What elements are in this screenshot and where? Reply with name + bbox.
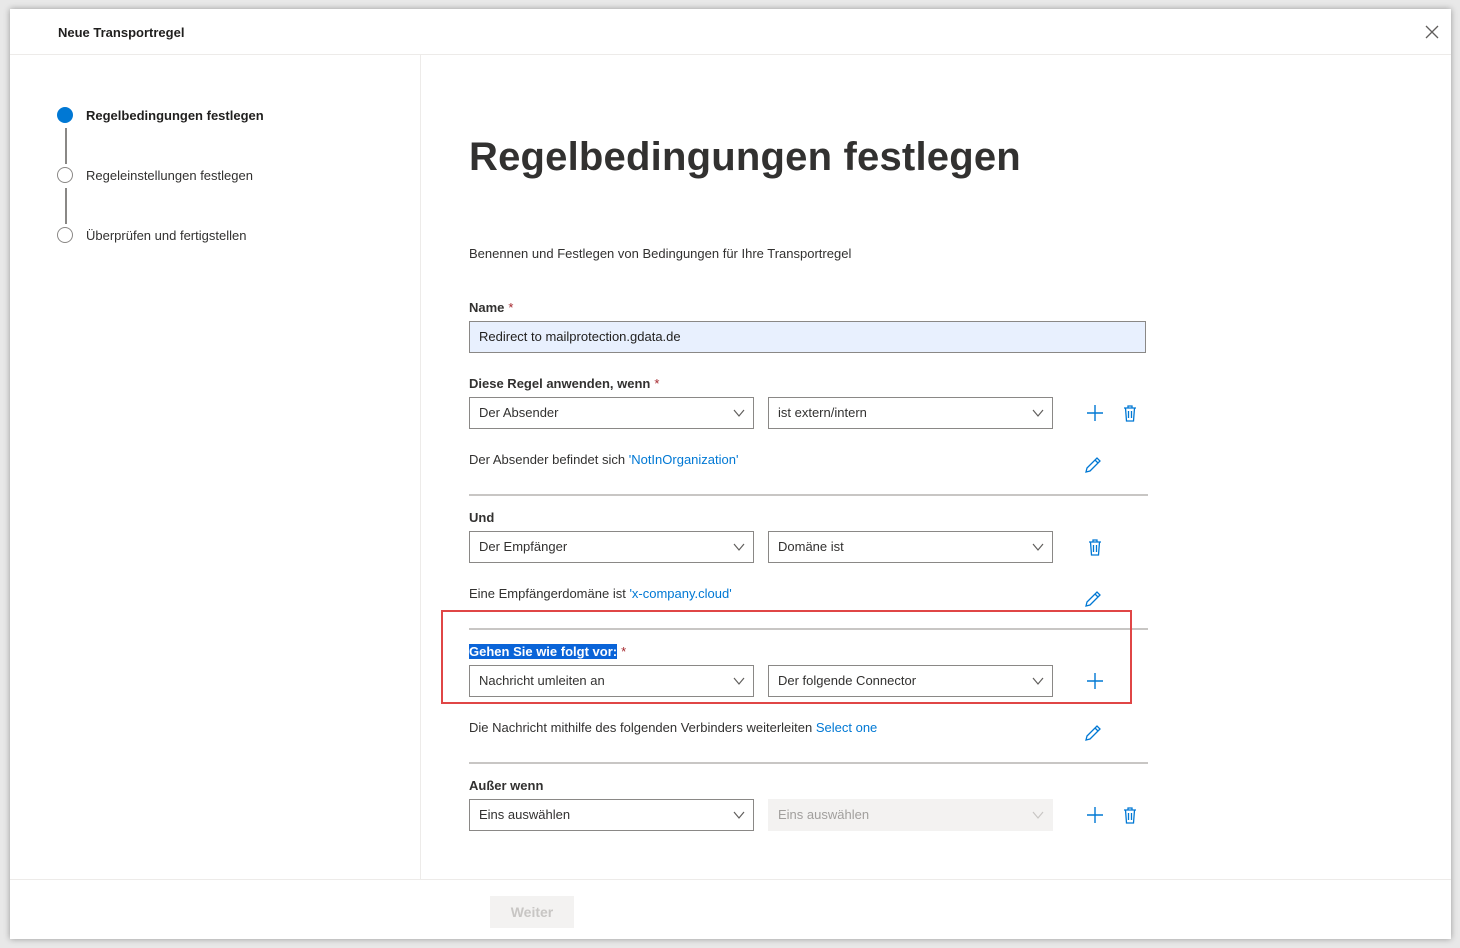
close-icon[interactable] (1423, 23, 1441, 41)
delete-icon[interactable] (1120, 403, 1140, 423)
next-button[interactable]: Weiter (490, 896, 574, 928)
dropdown-value: ist extern/intern (778, 405, 867, 420)
chevron-down-icon (733, 811, 745, 819)
dropdown-value: Der Empfänger (479, 539, 568, 554)
chevron-down-icon (1032, 543, 1044, 551)
except-condition-dropdown: Eins auswählen (768, 799, 1053, 831)
wizard-steps: Regelbedingungen festlegen Regeleinstell… (10, 55, 421, 879)
step-label: Regelbedingungen festlegen (86, 108, 264, 123)
edit-icon[interactable] (1083, 723, 1103, 743)
edit-icon[interactable] (1083, 455, 1103, 475)
dropdown-value: Der Absender (479, 405, 559, 420)
apply-if-label-text: Diese Regel anwenden, wenn (469, 376, 651, 391)
chevron-down-icon (733, 543, 745, 551)
panel-footer: Weiter (10, 879, 1451, 939)
and-label: Und (469, 510, 495, 525)
step-label: Regeleinstellungen festlegen (86, 168, 253, 183)
highlight-annotation-box (441, 610, 1132, 704)
and-condition-dropdown[interactable]: Domäne ist (768, 531, 1053, 563)
chevron-down-icon (1032, 811, 1044, 819)
do-summary: Die Nachricht mithilfe des folgenden Ver… (469, 720, 877, 735)
name-label: Name * (469, 300, 513, 315)
panel-header: Neue Transportregel (10, 9, 1451, 55)
name-input[interactable]: Redirect to mailprotection.gdata.de (469, 321, 1146, 353)
and-summary: Eine Empfängerdomäne ist 'x-company.clou… (469, 586, 732, 601)
apply-if-summary: Der Absender befindet sich 'NotInOrganiz… (469, 452, 738, 467)
required-mark: * (654, 376, 660, 391)
summary-text: Der Absender befindet sich (469, 452, 629, 467)
except-subject-dropdown[interactable]: Eins auswählen (469, 799, 754, 831)
except-label: Außer wenn (469, 778, 544, 793)
name-label-text: Name (469, 300, 505, 315)
edit-icon[interactable] (1083, 589, 1103, 609)
summary-text: Eine Empfängerdomäne ist (469, 586, 630, 601)
apply-if-condition-dropdown[interactable]: ist extern/intern (768, 397, 1053, 429)
panel-title: Neue Transportregel (58, 25, 185, 40)
transport-rule-panel: Neue Transportregel Regelbedingungen fes… (10, 9, 1451, 939)
step-active-dot (57, 107, 73, 123)
chevron-down-icon (733, 409, 745, 417)
dropdown-value: Eins auswählen (479, 807, 571, 822)
step-connector (65, 128, 67, 164)
section-divider (469, 494, 1148, 496)
apply-if-subject-dropdown[interactable]: Der Absender (469, 397, 754, 429)
recipient-domain-link[interactable]: 'x-company.cloud' (629, 586, 731, 601)
dropdown-value: Domäne ist (778, 539, 844, 554)
page-description: Benennen und Festlegen von Bedingungen f… (469, 246, 852, 261)
not-in-organization-link[interactable]: 'NotInOrganization' (629, 452, 739, 467)
chevron-down-icon (1032, 409, 1044, 417)
and-subject-dropdown[interactable]: Der Empfänger (469, 531, 754, 563)
apply-if-label: Diese Regel anwenden, wenn * (469, 376, 659, 391)
summary-text: Die Nachricht mithilfe des folgenden Ver… (469, 720, 816, 735)
delete-icon[interactable] (1085, 537, 1105, 557)
add-condition-icon[interactable] (1085, 403, 1105, 423)
step-pending-dot (57, 167, 73, 183)
section-divider (469, 762, 1148, 764)
page-title: Regelbedingungen festlegen (469, 135, 1021, 179)
step-label: Überprüfen und fertigstellen (86, 228, 247, 243)
required-mark: * (508, 300, 514, 315)
add-exception-icon[interactable] (1085, 805, 1105, 825)
step-connector (65, 188, 67, 224)
dropdown-value: Eins auswählen (778, 807, 870, 822)
delete-icon[interactable] (1120, 805, 1140, 825)
select-connector-link[interactable]: Select one (816, 720, 877, 735)
step-pending-dot (57, 227, 73, 243)
